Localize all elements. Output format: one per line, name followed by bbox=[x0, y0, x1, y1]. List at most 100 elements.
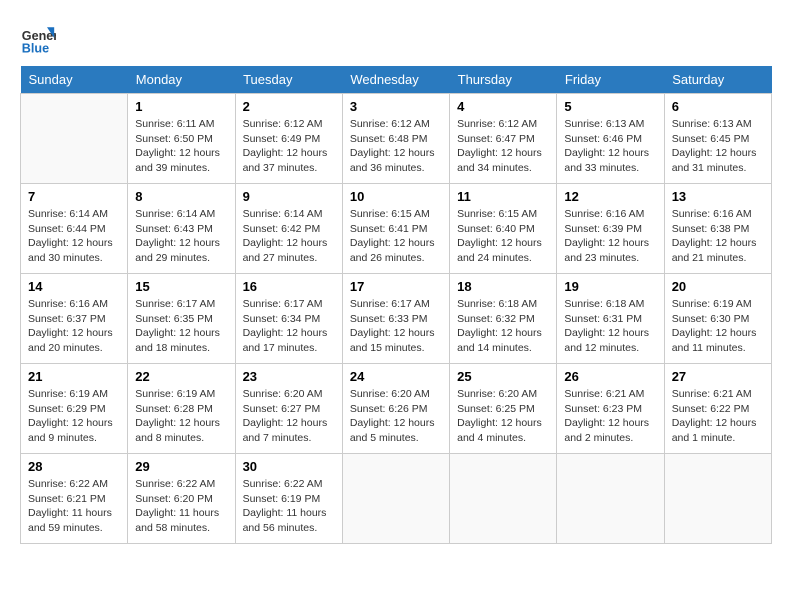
calendar-cell: 25 Sunrise: 6:20 AM Sunset: 6:25 PM Dayli… bbox=[450, 364, 557, 454]
day-number: 14 bbox=[28, 279, 120, 294]
calendar-cell: 18 Sunrise: 6:18 AM Sunset: 6:32 PM Dayli… bbox=[450, 274, 557, 364]
day-number: 7 bbox=[28, 189, 120, 204]
calendar-cell: 26Sunrise: 6:21 AM Sunset: 6:23 PM Dayli… bbox=[557, 364, 664, 454]
day-info: Sunrise: 6:14 AM Sunset: 6:43 PM Dayligh… bbox=[135, 207, 227, 266]
day-info: Sunrise: 6:13 AM Sunset: 6:46 PM Dayligh… bbox=[564, 117, 656, 176]
calendar-cell bbox=[664, 454, 771, 544]
calendar-cell: 30Sunrise: 6:22 AM Sunset: 6:19 PM Dayli… bbox=[235, 454, 342, 544]
calendar-cell: 27 Sunrise: 6:21 AM Sunset: 6:22 PM Dayli… bbox=[664, 364, 771, 454]
day-info: Sunrise: 6:12 AM Sunset: 6:48 PM Dayligh… bbox=[350, 117, 442, 176]
day-number: 24 bbox=[350, 369, 442, 384]
day-number: 4 bbox=[457, 99, 549, 114]
logo: General Blue bbox=[20, 20, 56, 56]
day-info: Sunrise: 6:15 AM Sunset: 6:41 PM Dayligh… bbox=[350, 207, 442, 266]
calendar-cell bbox=[342, 454, 449, 544]
day-number: 13 bbox=[672, 189, 764, 204]
day-number: 6 bbox=[672, 99, 764, 114]
calendar-cell: 3 Sunrise: 6:12 AM Sunset: 6:48 PM Daylig… bbox=[342, 94, 449, 184]
day-number: 15 bbox=[135, 279, 227, 294]
calendar-cell: 11 Sunrise: 6:15 AM Sunset: 6:40 PM Dayli… bbox=[450, 184, 557, 274]
day-number: 11 bbox=[457, 189, 549, 204]
day-info: Sunrise: 6:16 AM Sunset: 6:39 PM Dayligh… bbox=[564, 207, 656, 266]
day-number: 27 bbox=[672, 369, 764, 384]
day-info: Sunrise: 6:20 AM Sunset: 6:25 PM Dayligh… bbox=[457, 387, 549, 446]
calendar-cell: 29 Sunrise: 6:22 AM Sunset: 6:20 PM Dayli… bbox=[128, 454, 235, 544]
day-number: 1 bbox=[135, 99, 227, 114]
calendar-cell: 23 Sunrise: 6:20 AM Sunset: 6:27 PM Dayli… bbox=[235, 364, 342, 454]
day-number: 12 bbox=[564, 189, 656, 204]
day-info: Sunrise: 6:16 AM Sunset: 6:38 PM Dayligh… bbox=[672, 207, 764, 266]
calendar-cell: 7 Sunrise: 6:14 AM Sunset: 6:44 PM Daylig… bbox=[21, 184, 128, 274]
svg-text:Blue: Blue bbox=[22, 41, 49, 55]
day-info: Sunrise: 6:11 AM Sunset: 6:50 PM Dayligh… bbox=[135, 117, 227, 176]
calendar-cell bbox=[21, 94, 128, 184]
calendar-cell: 21 Sunrise: 6:19 AM Sunset: 6:29 PM Dayli… bbox=[21, 364, 128, 454]
header-saturday: Saturday bbox=[664, 66, 771, 94]
day-number: 3 bbox=[350, 99, 442, 114]
week-row-5: 28 Sunrise: 6:22 AM Sunset: 6:21 PM Dayli… bbox=[21, 454, 772, 544]
calendar-cell: 19Sunrise: 6:18 AM Sunset: 6:31 PM Dayli… bbox=[557, 274, 664, 364]
day-number: 25 bbox=[457, 369, 549, 384]
day-number: 20 bbox=[672, 279, 764, 294]
header-monday: Monday bbox=[128, 66, 235, 94]
day-number: 9 bbox=[243, 189, 335, 204]
day-info: Sunrise: 6:19 AM Sunset: 6:28 PM Dayligh… bbox=[135, 387, 227, 446]
day-number: 2 bbox=[243, 99, 335, 114]
day-number: 19 bbox=[564, 279, 656, 294]
calendar-cell: 9 Sunrise: 6:14 AM Sunset: 6:42 PM Daylig… bbox=[235, 184, 342, 274]
calendar-cell: 1 Sunrise: 6:11 AM Sunset: 6:50 PM Daylig… bbox=[128, 94, 235, 184]
calendar-cell: 12 Sunrise: 6:16 AM Sunset: 6:39 PM Dayli… bbox=[557, 184, 664, 274]
day-number: 8 bbox=[135, 189, 227, 204]
week-row-3: 14 Sunrise: 6:16 AM Sunset: 6:37 PM Dayli… bbox=[21, 274, 772, 364]
day-info: Sunrise: 6:12 AM Sunset: 6:47 PM Dayligh… bbox=[457, 117, 549, 176]
day-number: 23 bbox=[243, 369, 335, 384]
day-info: Sunrise: 6:17 AM Sunset: 6:35 PM Dayligh… bbox=[135, 297, 227, 356]
week-row-1: 1 Sunrise: 6:11 AM Sunset: 6:50 PM Daylig… bbox=[21, 94, 772, 184]
day-info: Sunrise: 6:19 AM Sunset: 6:29 PM Dayligh… bbox=[28, 387, 120, 446]
calendar-cell bbox=[557, 454, 664, 544]
day-info: Sunrise: 6:19 AM Sunset: 6:30 PM Dayligh… bbox=[672, 297, 764, 356]
calendar-cell: 15 Sunrise: 6:17 AM Sunset: 6:35 PM Dayli… bbox=[128, 274, 235, 364]
week-row-4: 21 Sunrise: 6:19 AM Sunset: 6:29 PM Dayli… bbox=[21, 364, 772, 454]
calendar-cell: 4 Sunrise: 6:12 AM Sunset: 6:47 PM Daylig… bbox=[450, 94, 557, 184]
header-thursday: Thursday bbox=[450, 66, 557, 94]
calendar-cell: 16Sunrise: 6:17 AM Sunset: 6:34 PM Dayli… bbox=[235, 274, 342, 364]
calendar-cell: 5 Sunrise: 6:13 AM Sunset: 6:46 PM Daylig… bbox=[557, 94, 664, 184]
header-tuesday: Tuesday bbox=[235, 66, 342, 94]
day-number: 29 bbox=[135, 459, 227, 474]
calendar-cell: 2 Sunrise: 6:12 AM Sunset: 6:49 PM Daylig… bbox=[235, 94, 342, 184]
day-info: Sunrise: 6:20 AM Sunset: 6:27 PM Dayligh… bbox=[243, 387, 335, 446]
header-friday: Friday bbox=[557, 66, 664, 94]
day-info: Sunrise: 6:22 AM Sunset: 6:21 PM Dayligh… bbox=[28, 477, 120, 536]
logo-icon: General Blue bbox=[20, 20, 56, 56]
calendar-cell: 14 Sunrise: 6:16 AM Sunset: 6:37 PM Dayli… bbox=[21, 274, 128, 364]
day-info: Sunrise: 6:17 AM Sunset: 6:33 PM Dayligh… bbox=[350, 297, 442, 356]
calendar-cell: 13 Sunrise: 6:16 AM Sunset: 6:38 PM Dayli… bbox=[664, 184, 771, 274]
day-info: Sunrise: 6:20 AM Sunset: 6:26 PM Dayligh… bbox=[350, 387, 442, 446]
week-row-2: 7 Sunrise: 6:14 AM Sunset: 6:44 PM Daylig… bbox=[21, 184, 772, 274]
day-info: Sunrise: 6:22 AM Sunset: 6:19 PM Dayligh… bbox=[243, 477, 335, 536]
day-info: Sunrise: 6:18 AM Sunset: 6:32 PM Dayligh… bbox=[457, 297, 549, 356]
day-info: Sunrise: 6:12 AM Sunset: 6:49 PM Dayligh… bbox=[243, 117, 335, 176]
day-info: Sunrise: 6:21 AM Sunset: 6:22 PM Dayligh… bbox=[672, 387, 764, 446]
day-number: 26 bbox=[564, 369, 656, 384]
day-number: 5 bbox=[564, 99, 656, 114]
day-info: Sunrise: 6:22 AM Sunset: 6:20 PM Dayligh… bbox=[135, 477, 227, 536]
day-number: 17 bbox=[350, 279, 442, 294]
day-info: Sunrise: 6:16 AM Sunset: 6:37 PM Dayligh… bbox=[28, 297, 120, 356]
calendar-cell: 10 Sunrise: 6:15 AM Sunset: 6:41 PM Dayli… bbox=[342, 184, 449, 274]
day-info: Sunrise: 6:15 AM Sunset: 6:40 PM Dayligh… bbox=[457, 207, 549, 266]
calendar-table: SundayMondayTuesdayWednesdayThursdayFrid… bbox=[20, 66, 772, 544]
calendar-cell: 8 Sunrise: 6:14 AM Sunset: 6:43 PM Daylig… bbox=[128, 184, 235, 274]
calendar-cell bbox=[450, 454, 557, 544]
day-info: Sunrise: 6:14 AM Sunset: 6:44 PM Dayligh… bbox=[28, 207, 120, 266]
calendar-cell: 17 Sunrise: 6:17 AM Sunset: 6:33 PM Dayli… bbox=[342, 274, 449, 364]
day-number: 28 bbox=[28, 459, 120, 474]
day-number: 18 bbox=[457, 279, 549, 294]
day-info: Sunrise: 6:13 AM Sunset: 6:45 PM Dayligh… bbox=[672, 117, 764, 176]
header-sunday: Sunday bbox=[21, 66, 128, 94]
calendar-cell: 20 Sunrise: 6:19 AM Sunset: 6:30 PM Dayli… bbox=[664, 274, 771, 364]
day-info: Sunrise: 6:14 AM Sunset: 6:42 PM Dayligh… bbox=[243, 207, 335, 266]
day-number: 10 bbox=[350, 189, 442, 204]
day-number: 21 bbox=[28, 369, 120, 384]
